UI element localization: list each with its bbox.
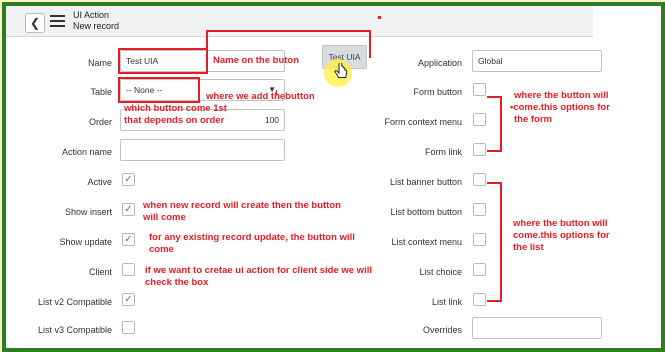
annotation-connector: [206, 30, 208, 50]
list-v2-label: List v2 Compatible: [37, 297, 112, 307]
action-name-field[interactable]: [120, 139, 285, 161]
order-label: Order: [88, 117, 112, 127]
annotation-box-table: [118, 77, 200, 103]
client-label: Client: [88, 267, 112, 277]
annotation-list-1: where the button will: [513, 218, 608, 229]
annotation-connector: [206, 30, 371, 32]
annotation-form-3: the form: [514, 114, 552, 125]
annotation-client-2: check the box: [145, 277, 209, 288]
list-v2-checkbox[interactable]: ✓: [122, 293, 135, 306]
overrides-field[interactable]: [472, 317, 602, 339]
annotation-insert-2: will come: [143, 212, 186, 223]
form-button-checkbox[interactable]: [473, 83, 486, 96]
form-context-menu-checkbox[interactable]: [473, 113, 486, 126]
back-button[interactable]: ❮: [25, 13, 45, 33]
annotation-list-3: the list: [513, 242, 544, 253]
checkmark-icon: ✓: [124, 234, 133, 245]
header-subtitle: New record: [73, 21, 120, 31]
annotation-connector: [369, 30, 371, 58]
annotation-table: where we add thebutton: [206, 91, 315, 102]
checkmark-icon: ✓: [124, 174, 133, 185]
active-checkbox[interactable]: ✓: [122, 173, 135, 186]
show-insert-label: Show insert: [64, 207, 112, 217]
list-banner-button-checkbox[interactable]: [473, 173, 486, 186]
form-header: ❮ UI Action New record: [6, 6, 593, 37]
action-name-label: Action name: [61, 147, 112, 157]
annotation-form-2-text: come.this options for: [513, 102, 610, 113]
application-label: Application: [417, 58, 462, 68]
form-context-menu-label: Form context menu: [384, 117, 462, 127]
annotation-form-2: •come.this options for: [510, 102, 610, 113]
overrides-label: Overrides: [422, 325, 462, 335]
bracket-form: [487, 96, 501, 98]
list-bottom-button-checkbox[interactable]: [473, 203, 486, 216]
header-title: UI Action: [73, 10, 110, 20]
form-link-checkbox[interactable]: [473, 143, 486, 156]
header-title-block: UI Action New record: [73, 10, 119, 32]
name-label: Name: [87, 58, 112, 68]
bracket-list: [500, 182, 502, 302]
annotation-dot: [378, 16, 381, 19]
form-link-label: Form link: [424, 147, 462, 157]
annotation-box-name: [118, 48, 208, 74]
show-update-checkbox[interactable]: ✓: [122, 233, 135, 246]
bracket-list: [487, 300, 501, 302]
list-choice-checkbox[interactable]: [473, 263, 486, 276]
menu-icon[interactable]: [50, 15, 65, 30]
client-checkbox[interactable]: [122, 263, 135, 276]
bracket-form: [487, 150, 501, 152]
screenshot-frame: ❮ UI Action New record Name Table Order …: [2, 2, 665, 352]
annotation-list-2: come.this options for: [513, 230, 610, 241]
list-v3-checkbox[interactable]: [122, 321, 135, 334]
table-label: Table: [90, 87, 112, 97]
application-field[interactable]: Global: [472, 50, 602, 72]
list-link-checkbox[interactable]: [473, 293, 486, 306]
annotation-update-2: come: [149, 244, 174, 255]
checkmark-icon: ✓: [124, 294, 133, 305]
annotation-order-2: that depends on order: [124, 115, 225, 126]
checkmark-icon: ✓: [124, 204, 133, 215]
list-context-menu-label: List context menu: [391, 237, 462, 247]
chevron-left-icon: ❮: [29, 16, 41, 30]
list-context-menu-checkbox[interactable]: [473, 233, 486, 246]
active-label: Active: [87, 177, 112, 187]
list-banner-button-label: List banner button: [389, 177, 462, 187]
annotation-client-1: if we want to cretae ui action for clien…: [145, 265, 372, 276]
bracket-form: [500, 96, 502, 152]
annotation-name: Name on the buton: [213, 55, 300, 66]
bracket-list: [487, 182, 501, 184]
annotation-form-1: where the button will: [514, 90, 609, 101]
annotation-order-1: which button come 1st: [124, 103, 227, 114]
annotation-insert-1: when new record will create then the but…: [143, 200, 341, 211]
show-insert-checkbox[interactable]: ✓: [122, 203, 135, 216]
list-link-label: List link: [431, 297, 462, 307]
list-bottom-button-label: List bottom button: [390, 207, 462, 217]
form-button-label: Form button: [413, 87, 462, 97]
list-v3-label: List v3 Compatible: [37, 325, 112, 335]
show-update-label: Show update: [59, 237, 112, 247]
annotation-update-1: for any existing record update, the butt…: [149, 232, 355, 243]
